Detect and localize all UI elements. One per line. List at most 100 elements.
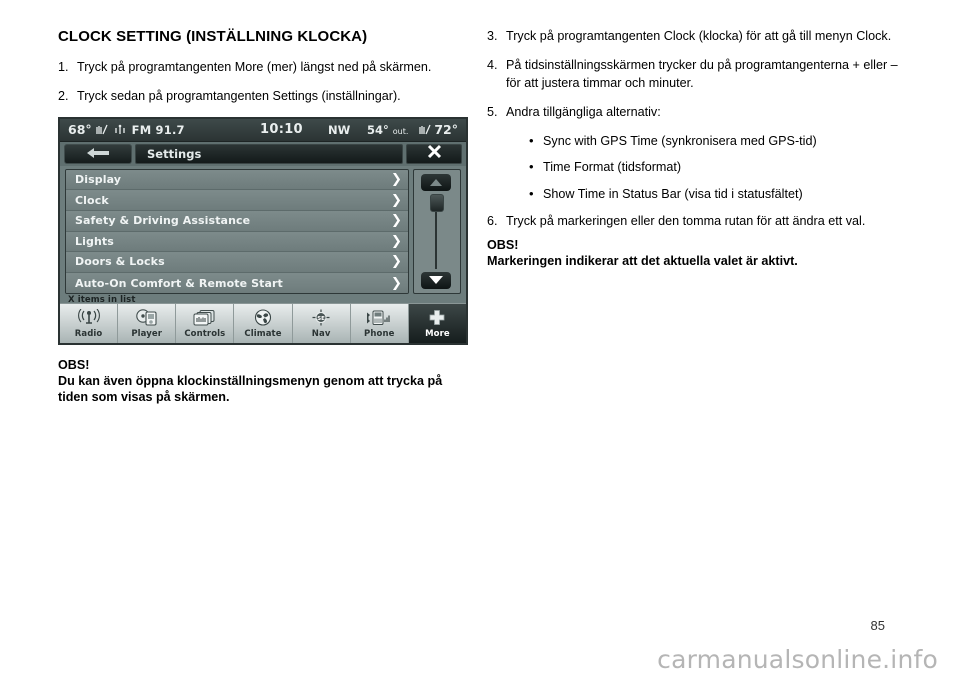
bullet-icon: • [529, 186, 534, 202]
chevron-right-icon: ❯ [391, 213, 402, 229]
list-item: • Time Format (tidsformat) [487, 159, 899, 177]
svg-text:SE: SE [317, 316, 325, 322]
list-item[interactable]: Auto-On Comfort & Remote Start ❯ [66, 272, 408, 293]
settings-list: Display ❯ Clock ❯ Safety & Driving Assis… [65, 168, 409, 294]
page-number: 85 [870, 618, 885, 633]
scrollbar-thumb[interactable] [430, 193, 444, 212]
bullet-icon: • [529, 159, 534, 175]
chevron-right-icon: ❯ [391, 233, 402, 249]
status-clock[interactable]: 10:10 [260, 122, 303, 137]
list-item-label: Doors & Locks [75, 255, 165, 269]
controls-icon [176, 304, 233, 331]
scrollbar[interactable] [413, 168, 461, 294]
toolbar-item-controls[interactable]: Controls [176, 303, 235, 343]
step-number: 1. [58, 60, 69, 74]
list-item-label: Safety & Driving Assistance [75, 214, 251, 228]
navigation-icon: SE [293, 304, 350, 331]
toolbar-label: More [425, 329, 450, 340]
status-bar: 68° FM 91.7 10:10 NW 54° out. 72° [60, 118, 466, 142]
list-item: • Sync with GPS Time (synkronisera med G… [487, 133, 899, 151]
passenger-temp-label: 72° [434, 122, 458, 138]
radio-tower-icon [60, 304, 117, 331]
status-right-group: 72° [415, 122, 458, 137]
list-item[interactable]: Display ❯ [66, 169, 408, 191]
step-number: 3. [487, 29, 498, 43]
scroll-down-button[interactable] [421, 271, 451, 289]
step-number: 5. [487, 104, 498, 119]
list-item[interactable]: Lights ❯ [66, 231, 408, 253]
compass-heading: NW [328, 122, 351, 137]
manual-page: CLOCK SETTING (INSTÄLLNING KLOCKA) 1. Tr… [0, 0, 960, 678]
step-text: Tryck på programtangenten Clock (klocka)… [506, 29, 892, 43]
toolbar-item-player[interactable]: Player [118, 303, 177, 343]
list-item[interactable]: Safety & Driving Assistance ❯ [66, 210, 408, 232]
watermark: carmanualsonline.info [657, 645, 938, 674]
page-title: CLOCK SETTING (INSTÄLLNING KLOCKA) [58, 28, 368, 45]
step-number: 2. [58, 88, 69, 103]
toolbar-item-phone[interactable]: Phone [350, 303, 409, 343]
toolbar-item-climate[interactable]: Climate [234, 303, 293, 343]
step-4: 4. På tidsinställningsskärmen trycker du… [487, 57, 899, 93]
toolbar-label: Climate [244, 329, 282, 340]
toolbar-label: Radio [74, 329, 103, 340]
bullet-text: Show Time in Status Bar (visa tid i stat… [543, 187, 803, 202]
phone-icon [351, 304, 408, 331]
bullet-text: Time Format (tidsformat) [543, 160, 682, 175]
toolbar-label: Phone [364, 329, 395, 340]
list-item-label: Lights [75, 234, 114, 248]
note-title: OBS! [58, 357, 90, 372]
close-button[interactable] [406, 143, 462, 164]
scroll-up-button[interactable] [421, 173, 451, 191]
step-text: Tryck på programtangenten More (mer) län… [77, 60, 432, 74]
chevron-right-icon: ❯ [391, 275, 402, 291]
note-body: Du kan även öppna klockinställningsmenyn… [58, 373, 443, 405]
radio-antenna-icon [114, 124, 126, 139]
step-1: 1. Tryck på programtangenten More (mer) … [58, 59, 470, 77]
step-3: 3. Tryck på programtangenten Clock (kloc… [487, 28, 899, 46]
toolbar-item-nav[interactable]: SE Nav [292, 303, 351, 343]
screen-title-bar: Settings [60, 141, 466, 166]
bullet-text: Sync with GPS Time (synkronisera med GPS… [543, 133, 817, 148]
outside-temp-value: 54° [367, 122, 389, 137]
step-6: 6. Tryck på markeringen eller den tomma … [487, 213, 899, 231]
right-column: 3. Tryck på programtangenten Clock (kloc… [487, 28, 899, 270]
infotainment-screenshot: 68° FM 91.7 10:10 NW 54° out. 72° Settin… [58, 116, 468, 345]
step-text: Andra tillgängliga alternativ: [506, 104, 661, 119]
options-list: • Sync with GPS Time (synkronisera med G… [487, 133, 899, 205]
outside-temp-label: out. [392, 126, 409, 136]
left-column: CLOCK SETTING (INSTÄLLNING KLOCKA) 1. Tr… [58, 28, 470, 406]
step-text: Tryck på markeringen eller den tomma rut… [506, 214, 866, 229]
note-body: Markeringen indikerar att det aktuella v… [487, 254, 798, 268]
back-arrow-icon [85, 144, 111, 163]
list-item[interactable]: Doors & Locks ❯ [66, 252, 408, 273]
plus-icon [409, 304, 466, 331]
scroll-up-arrow-icon [429, 178, 443, 187]
step-number: 4. [487, 57, 498, 72]
chevron-right-icon: ❯ [391, 172, 402, 188]
step-text: Tryck sedan på programtangenten Settings… [77, 88, 401, 103]
list-item: • Show Time in Status Bar (visa tid i st… [487, 186, 899, 204]
screen-title: Settings [135, 143, 403, 164]
list-item-label: Clock [75, 193, 109, 207]
scroll-down-arrow-icon [429, 276, 443, 285]
list-item-label: Display [75, 173, 122, 187]
chevron-right-icon: ❯ [391, 254, 402, 270]
settings-list-area: Display ❯ Clock ❯ Safety & Driving Assis… [65, 168, 461, 294]
toolbar-label: Player [131, 329, 163, 340]
back-button[interactable] [64, 143, 132, 164]
radio-station-label: FM 91.7 [131, 122, 185, 137]
seat-heater-icon [95, 124, 108, 139]
step-5: 5. Andra tillgängliga alternativ: [487, 104, 899, 122]
toolbar-item-radio[interactable]: Radio [60, 303, 119, 343]
toolbar-label: Controls [184, 329, 226, 340]
toolbar-item-more[interactable]: More [408, 303, 466, 343]
list-item[interactable]: Clock ❯ [66, 190, 408, 211]
bottom-toolbar: Radio Player Controls Climate SE Nav Pho… [60, 302, 466, 343]
step-2: 2. Tryck sedan på programtangenten Setti… [58, 88, 470, 106]
outside-temp: 54° out. [367, 123, 408, 137]
cabin-temp-label: 68° [68, 122, 92, 138]
toolbar-label: Nav [311, 329, 331, 340]
list-item-label: Auto-On Comfort & Remote Start [75, 276, 283, 290]
step-text: På tidsinställningsskärmen trycker du på… [506, 57, 898, 90]
climate-fan-icon [234, 304, 291, 331]
